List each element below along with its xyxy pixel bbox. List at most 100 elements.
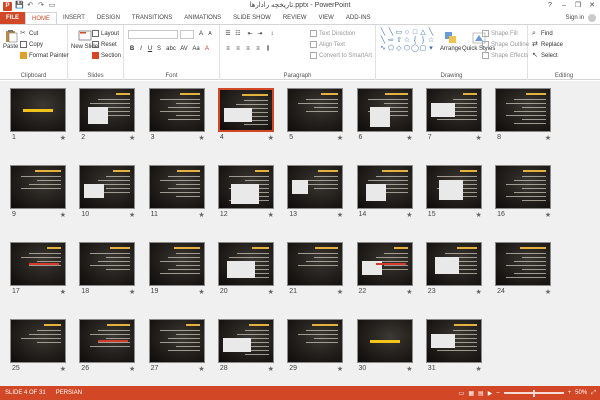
shape-line-icon[interactable]: ╲ xyxy=(379,29,387,37)
tab-insert[interactable]: INSERT xyxy=(57,12,91,24)
minimize-button[interactable]: – xyxy=(558,0,570,11)
zoom-slider-knob[interactable] xyxy=(532,389,535,397)
slide-transition-icon[interactable]: ★ xyxy=(545,288,551,296)
tab-home[interactable]: HOME xyxy=(25,12,57,24)
tab-animations[interactable]: ANIMATIONS xyxy=(178,12,227,24)
shape-curve-icon[interactable]: ∿ xyxy=(379,45,387,53)
bullets-icon[interactable]: ☰ xyxy=(224,30,232,38)
shape-hexagon-icon[interactable]: ⬡ xyxy=(403,45,411,53)
slide-transition-icon[interactable]: ★ xyxy=(268,365,274,373)
tab-view[interactable]: VIEW xyxy=(313,12,340,24)
slide-thumbnail[interactable]: 23 ★ xyxy=(425,242,490,304)
tab-file[interactable]: FILE xyxy=(0,12,25,24)
slide-thumbnail-image[interactable] xyxy=(356,88,413,132)
slide-thumbnail[interactable]: 3 ★ xyxy=(148,88,213,150)
redo-icon[interactable]: ↷ xyxy=(37,2,45,10)
zoom-in-icon[interactable]: + xyxy=(568,390,572,396)
slide-transition-icon[interactable]: ★ xyxy=(60,288,66,296)
shape-brace-icon[interactable]: } xyxy=(419,37,427,45)
help-button[interactable]: ? xyxy=(544,0,556,11)
close-button[interactable]: ✕ xyxy=(586,0,598,11)
slide-thumbnail[interactable]: 30 ★ xyxy=(356,319,421,381)
slide-transition-icon[interactable]: ★ xyxy=(476,211,482,219)
slide-thumbnail[interactable]: 27 ★ xyxy=(148,319,213,381)
increase-indent-icon[interactable]: ⇥ xyxy=(256,30,264,38)
text-direction-button[interactable]: Text Direction xyxy=(310,29,355,38)
slide-thumbnail[interactable]: 9 ★ xyxy=(10,165,74,227)
slide-thumbnail[interactable]: 6 ★ xyxy=(356,88,421,150)
shape-outline-button[interactable]: Shape Outline xyxy=(482,40,529,49)
arrange-button[interactable]: Arrange xyxy=(440,31,461,52)
slide-transition-icon[interactable]: ★ xyxy=(198,288,204,296)
slide-transition-icon[interactable]: ★ xyxy=(198,365,204,373)
shapes-gallery[interactable]: ╲ ╲ ▭ ○ □ △ ╲ ╲ ⇨ ⇧ ☆{} ☆ ∿ ⬠ ◇ ⬡ ◯ ▢ ▾ xyxy=(379,29,435,61)
shape-line-icon[interactable]: ╲ xyxy=(379,37,387,45)
tab-add-ins[interactable]: ADD-INS xyxy=(340,12,377,24)
slideshow-icon[interactable]: ▶ xyxy=(488,390,493,397)
shape-rectangle-icon[interactable]: ▭ xyxy=(395,29,403,37)
save-icon[interactable]: 💾 xyxy=(15,2,24,10)
shape-arrow-icon[interactable]: ⇨ xyxy=(387,37,395,45)
slide-thumbnail[interactable]: 22 ★ xyxy=(356,242,421,304)
numbering-icon[interactable]: ☷ xyxy=(234,30,242,38)
fit-to-window-icon[interactable]: ⤢ xyxy=(591,390,596,397)
slide-thumbnail-image[interactable] xyxy=(79,88,136,132)
slide-thumbnail-image[interactable] xyxy=(495,88,552,132)
justify-icon[interactable]: ≡ xyxy=(254,45,262,53)
slide-thumbnail[interactable]: 29 ★ xyxy=(287,319,351,381)
copy-button[interactable]: Copy xyxy=(20,40,43,49)
slide-thumbnail-image[interactable] xyxy=(425,165,482,209)
slide-thumbnail[interactable]: 11 ★ xyxy=(148,165,213,227)
text-shadow-button[interactable]: abc xyxy=(165,45,177,53)
slide-transition-icon[interactable]: ★ xyxy=(60,134,66,142)
normal-view-icon[interactable]: ▭ xyxy=(459,390,465,397)
slide-thumbnail[interactable]: 1 ★ xyxy=(10,88,74,150)
shape-circle-icon[interactable]: ◯ xyxy=(411,45,419,53)
start-slideshow-icon[interactable]: ▭ xyxy=(48,2,56,10)
convert-smartart-button[interactable]: Convert to SmartArt xyxy=(310,51,372,60)
slide-thumbnail[interactable]: 18 ★ xyxy=(79,242,143,304)
slide-transition-icon[interactable]: ★ xyxy=(337,211,343,219)
align-text-button[interactable]: Align Text xyxy=(310,40,345,49)
slide-thumbnail-image[interactable] xyxy=(495,165,552,209)
decrease-indent-icon[interactable]: ⇤ xyxy=(246,30,254,38)
slide-transition-icon[interactable]: ★ xyxy=(545,134,551,142)
slide-thumbnail[interactable]: 10 ★ xyxy=(79,165,143,227)
shape-line-icon[interactable]: ╲ xyxy=(427,29,435,37)
slide-thumbnail-image[interactable] xyxy=(287,319,344,363)
slide-thumbnail-image[interactable] xyxy=(79,165,136,209)
slide-transition-icon[interactable]: ★ xyxy=(406,211,412,219)
slide-transition-icon[interactable]: ★ xyxy=(198,211,204,219)
font-size-dropdown[interactable] xyxy=(180,30,194,39)
zoom-slider[interactable] xyxy=(503,389,564,397)
columns-icon[interactable]: ⫼ xyxy=(264,45,272,53)
shape-effects-button[interactable]: Shape Effects xyxy=(482,51,528,60)
slide-thumbnail-image[interactable] xyxy=(217,242,274,286)
slide-thumbnail[interactable]: 4 ★ xyxy=(217,88,282,150)
slide-transition-icon[interactable]: ★ xyxy=(129,365,135,373)
shape-oval-icon[interactable]: ○ xyxy=(403,29,411,37)
shape-pentagon-icon[interactable]: ⬠ xyxy=(387,45,395,53)
bold-button[interactable]: B xyxy=(128,45,136,53)
slide-transition-icon[interactable]: ★ xyxy=(406,365,412,373)
font-color-button[interactable]: A xyxy=(203,45,211,53)
slide-transition-icon[interactable]: ★ xyxy=(60,365,66,373)
shape-brace-icon[interactable]: { xyxy=(411,37,419,45)
language-indicator[interactable]: PERSIAN xyxy=(51,390,87,396)
tab-transitions[interactable]: TRANSITIONS xyxy=(126,12,178,24)
slide-transition-icon[interactable]: ★ xyxy=(337,288,343,296)
zoom-level[interactable]: 50% xyxy=(575,390,587,396)
slide-thumbnail-image[interactable] xyxy=(356,165,413,209)
slide-thumbnail[interactable]: 13 ★ xyxy=(287,165,351,227)
slide-thumbnail[interactable]: 15 ★ xyxy=(425,165,490,227)
grow-font-icon[interactable]: A xyxy=(197,30,205,38)
slide-thumbnail-image[interactable] xyxy=(356,242,413,286)
slide-sorter-icon[interactable]: ▦ xyxy=(468,390,474,397)
shape-arrow-icon[interactable]: ⇧ xyxy=(395,37,403,45)
cut-button[interactable]: ✂ Cut xyxy=(20,29,38,38)
slide-thumbnail[interactable]: 26 ★ xyxy=(79,319,143,381)
align-right-icon[interactable]: ≡ xyxy=(244,45,252,53)
slide-thumbnail-image[interactable] xyxy=(287,242,344,286)
shrink-font-icon[interactable]: A xyxy=(206,30,214,38)
slide-transition-icon[interactable]: ★ xyxy=(406,288,412,296)
